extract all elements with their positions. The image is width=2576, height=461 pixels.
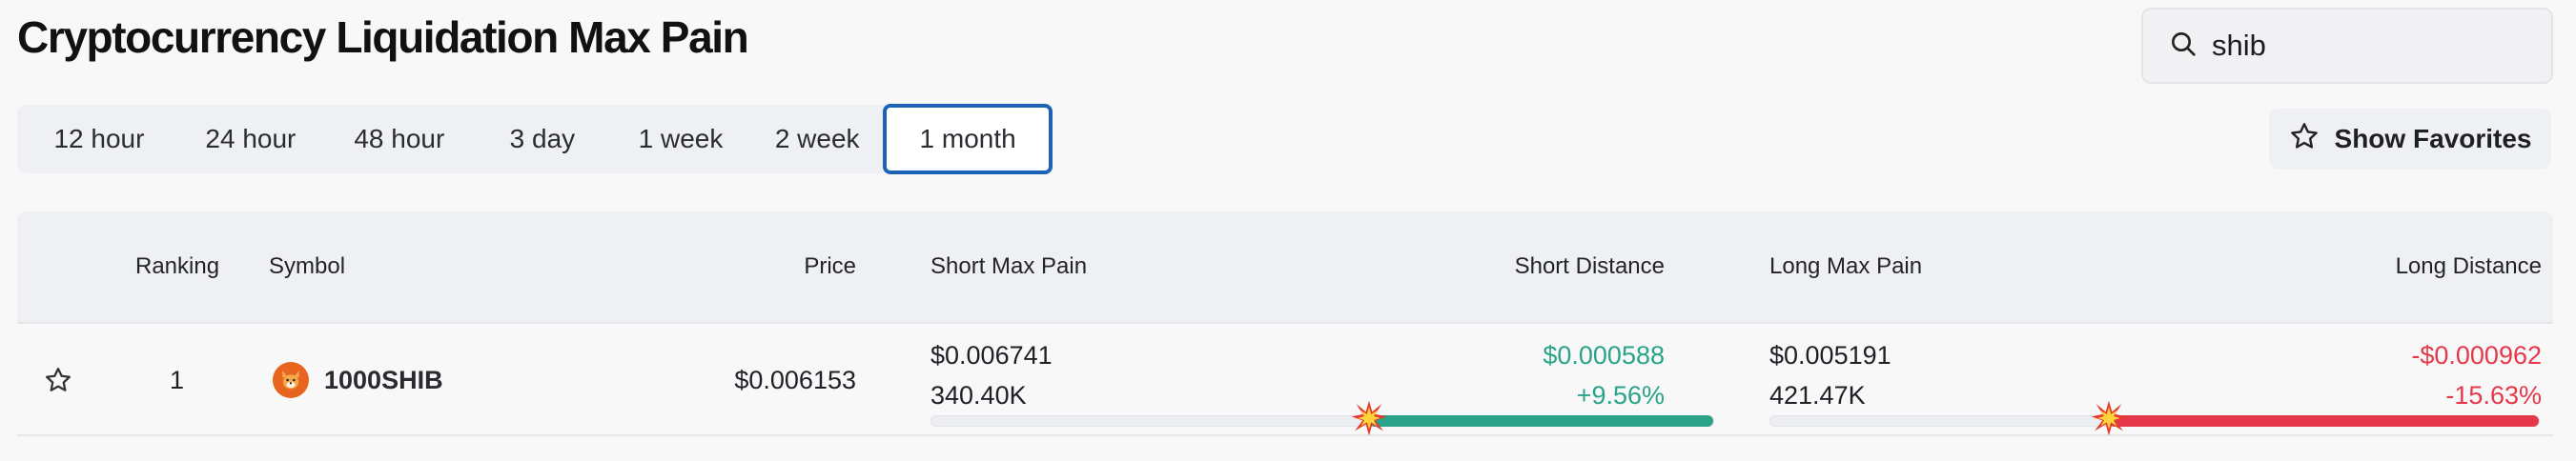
long-distance-bar bbox=[1769, 400, 2540, 436]
explosion-burst-icon bbox=[1350, 399, 1388, 437]
header-symbol[interactable]: Symbol bbox=[269, 253, 345, 280]
short-distance-bar-fill bbox=[1369, 415, 1713, 427]
explosion-burst-icon bbox=[2090, 399, 2128, 437]
table-header: Ranking Symbol Price Short Max Pain Shor… bbox=[17, 211, 2553, 324]
favorite-star-icon[interactable] bbox=[44, 366, 72, 399]
tab-1-month[interactable]: 1 month bbox=[883, 104, 1053, 174]
tab-3-day[interactable]: 3 day bbox=[475, 109, 610, 170]
header-long-max-pain[interactable]: Long Max Pain bbox=[1769, 253, 1922, 280]
symbol-link[interactable]: 1000SHIB bbox=[324, 366, 443, 395]
short-max-pain-amount: 340.40K bbox=[930, 381, 1027, 410]
tab-1-week[interactable]: 1 week bbox=[610, 109, 751, 170]
shib-coin-icon bbox=[273, 362, 309, 398]
tab-48-hour[interactable]: 48 hour bbox=[324, 109, 475, 170]
short-distance-percent: +9.56% bbox=[1576, 381, 1665, 410]
tab-2-week[interactable]: 2 week bbox=[751, 109, 883, 170]
page-title: Cryptocurrency Liquidation Max Pain bbox=[17, 12, 749, 62]
short-max-pain-price: $0.006741 bbox=[930, 341, 1053, 370]
show-favorites-label: Show Favorites bbox=[2334, 124, 2532, 153]
header-short-max-pain[interactable]: Short Max Pain bbox=[930, 253, 1087, 280]
long-distance-percent: -15.63% bbox=[2445, 381, 2542, 410]
timeframe-tabs: 12 hour 24 hour 48 hour 3 day 1 week 2 w… bbox=[17, 104, 1053, 174]
long-max-pain-price: $0.005191 bbox=[1769, 341, 1891, 370]
tab-12-hour[interactable]: 12 hour bbox=[21, 109, 177, 170]
long-max-pain-amount: 421.47K bbox=[1769, 381, 1866, 410]
rank-value: 1 bbox=[170, 366, 185, 394]
header-price[interactable]: Price bbox=[804, 253, 856, 280]
header-ranking[interactable]: Ranking bbox=[135, 253, 219, 280]
header-long-distance[interactable]: Long Distance bbox=[2396, 253, 2542, 280]
long-distance-value: -$0.000962 bbox=[2411, 341, 2542, 370]
table-row[interactable]: 1 1000SHIB $0.006153 $0.006741 340.40K $… bbox=[17, 324, 2553, 436]
search-input[interactable] bbox=[2212, 29, 2555, 63]
star-outline-icon bbox=[2289, 121, 2335, 158]
short-distance-bar bbox=[930, 400, 1714, 436]
price-value: $0.006153 bbox=[734, 366, 856, 394]
search-icon bbox=[2168, 29, 2198, 64]
search-box[interactable] bbox=[2141, 8, 2555, 84]
tab-24-hour[interactable]: 24 hour bbox=[177, 109, 324, 170]
long-distance-bar-fill bbox=[2109, 415, 2539, 427]
header-short-distance[interactable]: Short Distance bbox=[1515, 253, 1665, 280]
show-favorites-button[interactable]: Show Favorites bbox=[2269, 109, 2551, 170]
short-distance-value: $0.000588 bbox=[1543, 341, 1665, 370]
